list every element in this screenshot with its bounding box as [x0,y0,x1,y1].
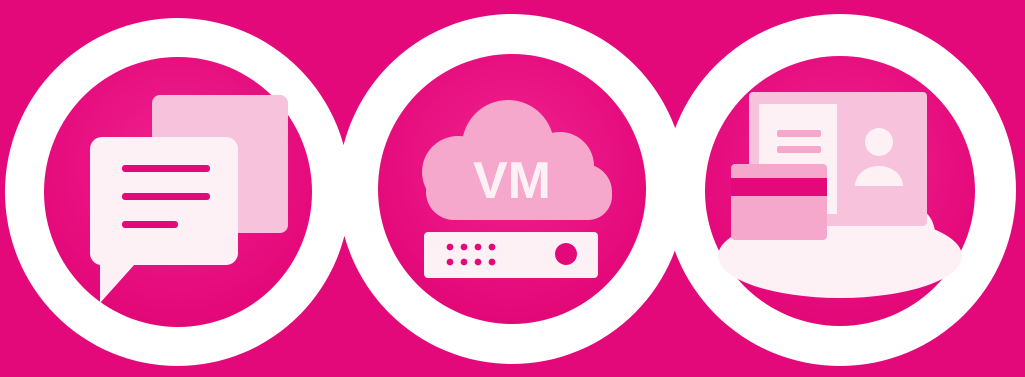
disc-vm: VM [378,54,646,324]
cloud-vm-server-icon: VM [422,100,612,278]
speech-bubble [89,137,238,303]
chat-documents-icon [89,95,288,303]
payment-card-stripe [731,178,827,196]
disc-chat [44,57,312,327]
disc-portal [705,56,975,326]
avatar-head [865,128,893,156]
id-line-1 [777,130,821,137]
power-button-icon [555,243,577,265]
text-line-1 [122,165,210,172]
text-line-3 [122,221,178,228]
cloud-id-card-icon [718,92,962,298]
vm-label: VM [473,152,551,210]
icon-banner: VM [0,0,1025,377]
payment-card [731,164,827,240]
id-line-2 [777,146,821,153]
text-line-2 [122,193,210,200]
